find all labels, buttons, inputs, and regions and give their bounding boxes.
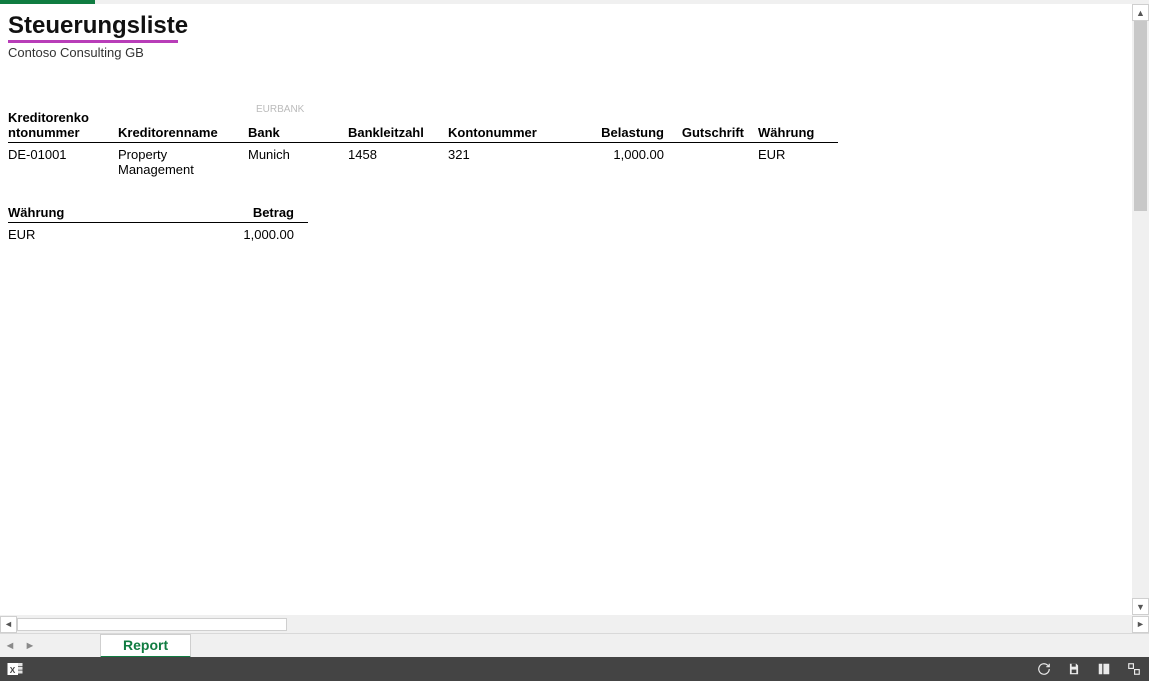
save-icon[interactable]: [1065, 660, 1083, 678]
status-bar: X: [0, 657, 1149, 681]
refresh-icon[interactable]: [1035, 660, 1053, 678]
tab-label: Report: [123, 637, 168, 653]
ghost-bank-text: EURBANK: [256, 104, 304, 115]
cell-wae: EUR: [758, 143, 838, 180]
col-gutschrift: Gutschrift: [678, 108, 758, 143]
table-row: DE-01001 Property Management Munich 1458…: [8, 143, 838, 180]
col-summary-betrag: Betrag: [188, 203, 308, 223]
sheet-tab-strip: ◄ ► Report: [0, 633, 1149, 657]
report-viewport: Steuerungsliste Contoso Consulting GB EU…: [0, 4, 1149, 615]
cell-knr: 321: [448, 143, 578, 180]
tab-report[interactable]: Report: [100, 634, 191, 658]
table-header-row: Kreditorenko ntonummer Kreditorenname Ba…: [8, 108, 838, 143]
tab-nav-next[interactable]: ►: [20, 640, 40, 652]
main-table: EURBANK Kreditorenko ntonummer Kreditore…: [8, 108, 1124, 179]
hscroll-track[interactable]: [17, 616, 1132, 633]
col-waehrung: Währung: [758, 108, 838, 143]
col-belastung: Belastung: [578, 108, 678, 143]
cell-bel: 1,000.00: [578, 143, 678, 180]
cell-kname: Property Management: [118, 143, 248, 180]
excel-icon: X: [6, 660, 24, 678]
col-kontonummer: Kontonummer: [448, 108, 578, 143]
app-frame: Steuerungsliste Contoso Consulting GB EU…: [0, 0, 1149, 681]
hscroll-thumb[interactable]: [17, 618, 287, 631]
vscroll-track[interactable]: [1132, 21, 1149, 598]
vertical-scrollbar[interactable]: ▲ ▼: [1132, 4, 1149, 615]
cell-bank: Munich: [248, 143, 348, 180]
scroll-left-button[interactable]: ◄: [0, 616, 17, 633]
tab-nav-prev[interactable]: ◄: [0, 640, 20, 652]
report-content: Steuerungsliste Contoso Consulting GB EU…: [0, 4, 1132, 615]
summary-table: Währung Betrag EUR 1,000.00: [8, 203, 1124, 244]
scroll-up-button[interactable]: ▲: [1132, 4, 1149, 21]
cell-summary-wae: EUR: [8, 223, 188, 245]
summary-header-row: Währung Betrag: [8, 203, 308, 223]
horizontal-scrollbar[interactable]: ◄ ►: [0, 615, 1149, 633]
col-kreditorenkontonummer: Kreditorenko ntonummer: [8, 108, 118, 143]
col-summary-waehrung: Währung: [8, 203, 188, 223]
col-bankleitzahl: Bankleitzahl: [348, 108, 448, 143]
cell-kknr: DE-01001: [8, 143, 118, 180]
fullscreen-icon[interactable]: [1125, 660, 1143, 678]
scroll-down-button[interactable]: ▼: [1132, 598, 1149, 615]
scroll-right-button[interactable]: ►: [1132, 616, 1149, 633]
vscroll-thumb[interactable]: [1134, 21, 1147, 211]
col-kreditorenname: Kreditorenname: [118, 108, 248, 143]
cell-gut: [678, 143, 758, 180]
title-underline: [8, 40, 178, 43]
cell-blz: 1458: [348, 143, 448, 180]
page-subtitle: Contoso Consulting GB: [8, 45, 1124, 60]
page-layout-icon[interactable]: [1095, 660, 1113, 678]
page-title: Steuerungsliste: [8, 12, 1124, 40]
svg-text:X: X: [10, 666, 16, 675]
summary-row: EUR 1,000.00: [8, 223, 308, 245]
cell-summary-betrag: 1,000.00: [188, 223, 308, 245]
